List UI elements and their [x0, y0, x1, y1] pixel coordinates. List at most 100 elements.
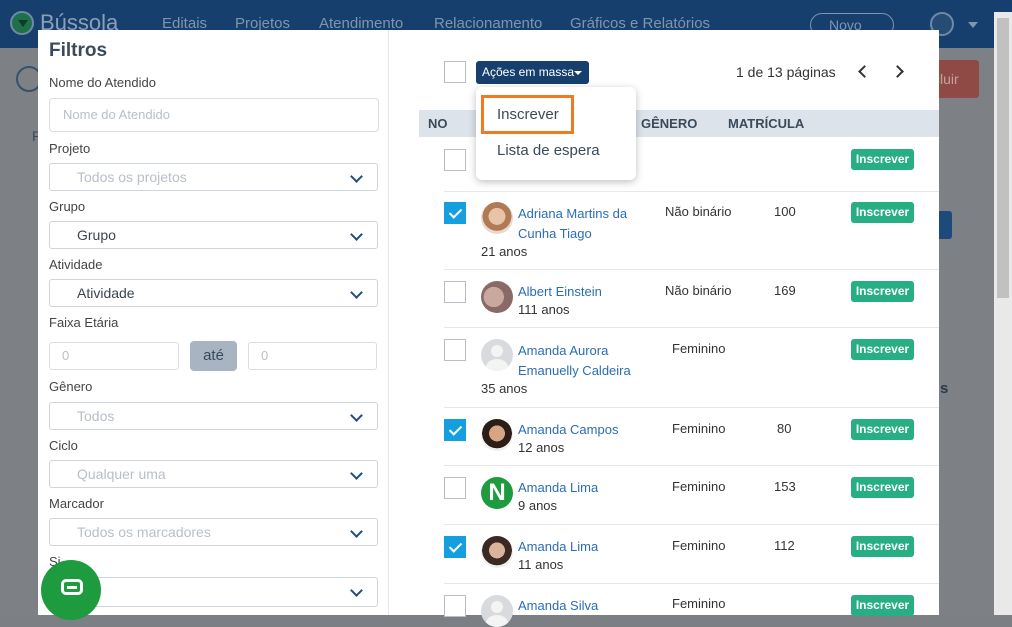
row-divider	[444, 465, 939, 466]
chevron-down-icon	[350, 170, 363, 183]
marcador-select[interactable]: Todos os marcadores	[49, 518, 378, 546]
attendee-age: 111 anos	[518, 302, 570, 317]
grupo-value: Grupo	[77, 227, 116, 243]
row-divider	[444, 583, 939, 584]
row-checkbox[interactable]	[444, 536, 466, 558]
ciclo-value: Qualquer uma	[77, 466, 166, 482]
pagination-label: 1 de 13 páginas	[736, 64, 836, 80]
attendee-gender: Feminino	[672, 341, 726, 356]
attendee-gender: Feminino	[672, 421, 726, 436]
atividade-label: Atividade	[49, 257, 103, 272]
filters-panel: Filtros Nome do Atendido Nome do Atendid…	[38, 30, 389, 620]
avatar-placeholder	[481, 595, 513, 627]
chat-icon	[61, 579, 83, 595]
avatar-letter: N	[481, 477, 513, 509]
grupo-label: Grupo	[49, 199, 86, 214]
row-divider	[444, 524, 939, 525]
row-checkbox[interactable]	[444, 202, 466, 224]
chevron-down-icon	[350, 525, 363, 538]
attendee-name-link[interactable]: Amanda Silva	[518, 596, 598, 616]
attendee-matricula: 169	[774, 283, 796, 298]
avatar-placeholder	[481, 339, 513, 371]
attendee-age: 35 anos	[481, 381, 528, 396]
attendee-name-link[interactable]: Amanda Lima	[518, 537, 598, 557]
col-matricula[interactable]: MATRÍCULA	[728, 116, 804, 131]
attendee-matricula: 112	[774, 538, 795, 553]
inscrever-button[interactable]: Inscrever	[851, 202, 914, 223]
enroll-modal: Filtros Nome do Atendido Nome do Atendid…	[38, 30, 939, 627]
compass-icon	[10, 11, 34, 35]
chevron-down-icon	[350, 584, 363, 597]
nome-input[interactable]: Nome do Atendido	[49, 98, 379, 132]
attendee-name-line1: Amanda Aurora	[518, 343, 609, 358]
row-checkbox[interactable]	[444, 419, 466, 441]
inscrever-button[interactable]: Inscrever	[851, 339, 914, 360]
attendee-gender: Não binário	[665, 283, 732, 298]
attendee-name-link[interactable]: Amanda Lima	[518, 478, 598, 498]
col-nome[interactable]: NO	[428, 116, 448, 131]
bulk-actions-label: Ações em massa	[482, 65, 575, 79]
prev-page-icon[interactable]	[858, 65, 871, 78]
menu-item-lista-espera[interactable]: Lista de espera	[497, 142, 600, 159]
inscrever-button[interactable]: Inscrever	[851, 281, 914, 302]
marcador-label: Marcador	[49, 496, 104, 511]
caret-down-icon	[574, 71, 582, 75]
attendee-age: 21 anos	[481, 244, 528, 259]
row-divider	[444, 407, 939, 408]
attendee-age: 12 anos	[518, 440, 565, 455]
genero-label: Gênero	[49, 379, 93, 394]
bulk-actions-menu: Inscrever Lista de espera	[476, 87, 636, 180]
inscrever-button[interactable]: Inscrever	[851, 149, 914, 170]
ciclo-select[interactable]: Qualquer uma	[49, 460, 378, 488]
inscrever-button[interactable]: Inscrever	[851, 595, 914, 616]
inscrever-button[interactable]: Inscrever	[851, 419, 914, 440]
select-all-checkbox[interactable]	[444, 61, 466, 83]
chevron-down-icon	[350, 467, 363, 480]
bg-s-fragment: s	[940, 380, 949, 397]
genero-select[interactable]: Todos	[49, 402, 378, 430]
faixa-etaria-label: Faixa Etária	[49, 315, 119, 330]
user-menu-caret-icon[interactable]	[968, 22, 978, 28]
filters-title: Filtros	[49, 40, 108, 61]
projeto-select[interactable]: Todos os projetos	[49, 163, 378, 191]
page-scrollbar-thumb[interactable]	[997, 18, 1009, 298]
chat-button[interactable]	[41, 560, 101, 620]
attendee-gender: Feminino	[672, 596, 726, 611]
attendee-age: 11 anos	[518, 557, 564, 572]
row-checkbox[interactable]	[444, 477, 466, 499]
chevron-down-icon	[350, 228, 363, 241]
row-checkbox[interactable]	[444, 149, 466, 171]
attendee-matricula: 100	[774, 204, 796, 219]
attendee-name-link[interactable]: Amanda Aurora Emanuelly Caldeira	[518, 341, 631, 381]
attendee-gender: Feminino	[672, 479, 726, 494]
age-from-input[interactable]: 0	[49, 342, 179, 370]
row-divider	[444, 269, 939, 270]
grupo-select[interactable]: Grupo	[49, 221, 378, 249]
nome-label: Nome do Atendido	[49, 75, 156, 90]
attendee-name-link[interactable]: Amanda Campos	[518, 420, 618, 440]
ciclo-label: Ciclo	[49, 438, 78, 453]
attendee-name-link[interactable]: Adriana Martins da Cunha Tiago	[518, 204, 627, 244]
inscrever-button[interactable]: Inscrever	[851, 477, 914, 498]
chevron-down-icon	[350, 286, 363, 299]
avatar	[481, 281, 513, 313]
projeto-label: Projeto	[49, 141, 91, 156]
bulk-actions-button[interactable]: Ações em massa	[476, 61, 589, 84]
menu-item-inscrever[interactable]: Inscrever	[497, 106, 559, 123]
genero-value: Todos	[77, 408, 115, 424]
row-checkbox[interactable]	[444, 595, 466, 617]
avatar	[481, 536, 513, 568]
row-checkbox[interactable]	[444, 281, 466, 303]
col-genero[interactable]: GÊNERO	[641, 116, 697, 131]
row-divider	[444, 191, 939, 192]
row-checkbox[interactable]	[444, 339, 466, 361]
attendee-gender: Feminino	[672, 538, 726, 553]
age-to-input[interactable]: 0	[248, 342, 377, 370]
inscrever-button[interactable]: Inscrever	[851, 536, 914, 557]
attendee-name-link[interactable]: Albert Einstein	[518, 282, 602, 302]
next-page-icon[interactable]	[891, 65, 904, 78]
row-divider	[444, 327, 939, 328]
atividade-select[interactable]: Atividade	[49, 279, 378, 307]
attendee-name-line2: Cunha Tiago	[518, 226, 592, 241]
attendee-name-line1: Adriana Martins da	[518, 206, 628, 221]
